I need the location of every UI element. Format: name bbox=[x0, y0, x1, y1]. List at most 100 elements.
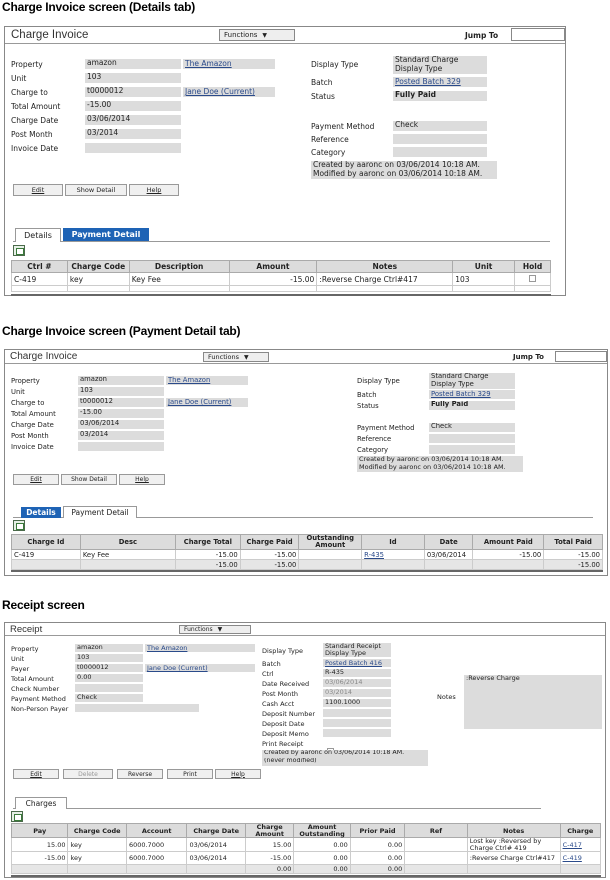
table-row[interactable]: C-419 key Key Fee -15.00 :Reverse Charge… bbox=[11, 272, 551, 286]
reference-value bbox=[429, 434, 515, 443]
edit-button[interactable]: Edit bbox=[13, 474, 59, 485]
tab-payment-detail-label: Payment Detail bbox=[71, 508, 129, 517]
payment-detail-table: Charge Id Desc Charge Total Charge Paid … bbox=[11, 534, 603, 570]
category-label: Category bbox=[357, 446, 389, 454]
cash-acct-label: Cash Acct bbox=[262, 700, 295, 708]
charge-date-label: Charge Date bbox=[11, 116, 59, 125]
table-row[interactable]: C-419 Key Fee -15.00 -15.00 R-435 03/06/… bbox=[11, 549, 603, 560]
tab-details[interactable]: Details bbox=[21, 507, 61, 518]
show-detail-button[interactable]: Show Detail bbox=[65, 184, 127, 196]
table-row[interactable]: 15.00 key 6000.7000 03/06/2014 15.00 0.0… bbox=[10, 837, 602, 852]
cell-charge-amount: 15.00 bbox=[244, 837, 295, 852]
export-grid-icon[interactable] bbox=[11, 811, 23, 822]
payer-link[interactable]: Jane Doe (Current) bbox=[145, 664, 255, 672]
display-type-value-2: Display Type bbox=[393, 65, 487, 74]
tab-payment-detail[interactable]: Payment Detail bbox=[63, 228, 149, 241]
cell-id[interactable]: R-435 bbox=[361, 549, 425, 560]
batch-link[interactable]: Posted Batch 329 bbox=[393, 77, 487, 87]
col-charge-amount: Charge Amount bbox=[244, 823, 295, 838]
payer-value: t0000012 bbox=[75, 664, 143, 672]
tab-details-label: Details bbox=[24, 231, 52, 240]
category-label: Category bbox=[311, 148, 346, 157]
cell-account: 6000.7000 bbox=[125, 851, 188, 865]
deposit-memo-label: Deposit Memo bbox=[262, 730, 309, 738]
panel-title: Charge Invoice bbox=[11, 29, 89, 41]
tab-charges[interactable]: Charges bbox=[15, 797, 67, 809]
charge-to-label: Charge to bbox=[11, 399, 45, 407]
reverse-button[interactable]: Reverse bbox=[117, 769, 163, 779]
post-month-label: Post Month bbox=[11, 130, 53, 139]
functions-dropdown[interactable]: Functions ▼ bbox=[179, 625, 251, 634]
col-total-paid: Total Paid bbox=[543, 534, 603, 550]
col-charge-paid: Charge Paid bbox=[239, 534, 300, 550]
charge-link[interactable]: C-419 bbox=[563, 854, 582, 862]
col-ref: Ref bbox=[404, 823, 468, 838]
cell-total-paid: -15.00 bbox=[543, 549, 603, 560]
check-number-label: Check Number bbox=[11, 685, 60, 693]
print-button[interactable]: Print bbox=[167, 769, 213, 779]
cell-charge[interactable]: C-419 bbox=[559, 851, 602, 865]
delete-button[interactable]: Delete bbox=[63, 769, 113, 779]
cell-pay[interactable]: -15.00 bbox=[10, 851, 69, 865]
charge-to-link[interactable]: Jane Doe (Current) bbox=[183, 87, 275, 97]
receipt-link[interactable]: R-435 bbox=[364, 551, 384, 559]
property-link[interactable]: The Amazon bbox=[183, 59, 275, 69]
tab-details[interactable]: Details bbox=[15, 228, 61, 242]
table-row[interactable]: -15.00 key 6000.7000 03/06/2014 -15.00 0… bbox=[10, 851, 602, 865]
cell-ref bbox=[404, 837, 468, 852]
charge-invoice-panel-payment: Charge Invoice Functions ▼ Jump To Proper… bbox=[4, 349, 608, 576]
charge-to-value: t0000012 bbox=[78, 398, 164, 407]
receipt-panel: Receipt Functions ▼ Property amazon The A… bbox=[4, 622, 606, 878]
charge-to-link[interactable]: Jane Doe (Current) bbox=[166, 398, 248, 407]
edit-button[interactable]: Edit bbox=[13, 184, 63, 196]
functions-dropdown[interactable]: Functions ▼ bbox=[203, 352, 269, 362]
cell-charge[interactable]: C-417 bbox=[559, 837, 602, 852]
table-header-row: Charge Id Desc Charge Total Charge Paid … bbox=[11, 534, 603, 550]
col-date: Date bbox=[423, 534, 474, 550]
cell-charge-code: key bbox=[67, 851, 127, 865]
post-month-label: Post Month bbox=[262, 690, 299, 698]
cell-outstanding bbox=[298, 549, 363, 560]
edit-button[interactable]: Edit bbox=[13, 769, 59, 779]
functions-dropdown[interactable]: Functions ▼ bbox=[219, 29, 295, 41]
display-type-value-2: Display Type bbox=[323, 650, 391, 657]
batch-link[interactable]: Posted Batch 416 bbox=[323, 659, 391, 667]
cell-amount-outstanding: 0.00 bbox=[293, 851, 351, 865]
jump-to-input[interactable] bbox=[555, 351, 607, 362]
cell-desc: Key Fee bbox=[79, 549, 176, 560]
cell-amount: -15.00 bbox=[228, 272, 318, 286]
jump-to-input[interactable] bbox=[511, 28, 565, 41]
deposit-date-value bbox=[323, 719, 391, 727]
show-detail-button[interactable]: Show Detail bbox=[61, 474, 117, 485]
cell-ctrl: C-419 bbox=[11, 272, 68, 286]
total-amount-value: -15.00 bbox=[78, 409, 164, 418]
cell-charge-paid: -15.00 bbox=[239, 549, 300, 560]
export-grid-icon[interactable] bbox=[13, 520, 25, 531]
functions-label: Functions bbox=[224, 31, 258, 39]
property-link[interactable]: The Amazon bbox=[166, 376, 248, 385]
help-button[interactable]: Help bbox=[129, 184, 179, 196]
charge-link[interactable]: C-417 bbox=[563, 841, 582, 849]
export-grid-icon[interactable] bbox=[13, 245, 25, 256]
deposit-number-value bbox=[323, 709, 391, 717]
unit-label: Unit bbox=[11, 74, 27, 83]
total-charge-amount: 0.00 bbox=[244, 864, 295, 874]
total-amount-value: 0.00 bbox=[75, 674, 143, 682]
invoice-date-label: Invoice Date bbox=[11, 144, 59, 153]
caret-down-icon: ▼ bbox=[217, 626, 223, 633]
total-amount-value: -15.00 bbox=[85, 101, 181, 111]
property-label: Property bbox=[11, 645, 39, 653]
tab-payment-detail[interactable]: Payment Detail bbox=[63, 506, 137, 518]
invoice-date-value bbox=[78, 442, 164, 451]
total-amount-label: Total Amount bbox=[11, 410, 56, 418]
hold-checkbox[interactable] bbox=[529, 274, 536, 282]
cell-prior-paid: 0.00 bbox=[349, 837, 406, 852]
help-button[interactable]: Help bbox=[215, 769, 261, 779]
cell-prior-paid: 0.00 bbox=[349, 851, 406, 865]
cell-pay[interactable]: 15.00 bbox=[10, 837, 69, 852]
edit-button-label: Edit bbox=[31, 186, 45, 194]
batch-link[interactable]: Posted Batch 329 bbox=[429, 390, 515, 399]
property-link[interactable]: The Amazon bbox=[145, 644, 255, 652]
cell-charge-id: C-419 bbox=[11, 549, 81, 560]
help-button[interactable]: Help bbox=[119, 474, 165, 485]
